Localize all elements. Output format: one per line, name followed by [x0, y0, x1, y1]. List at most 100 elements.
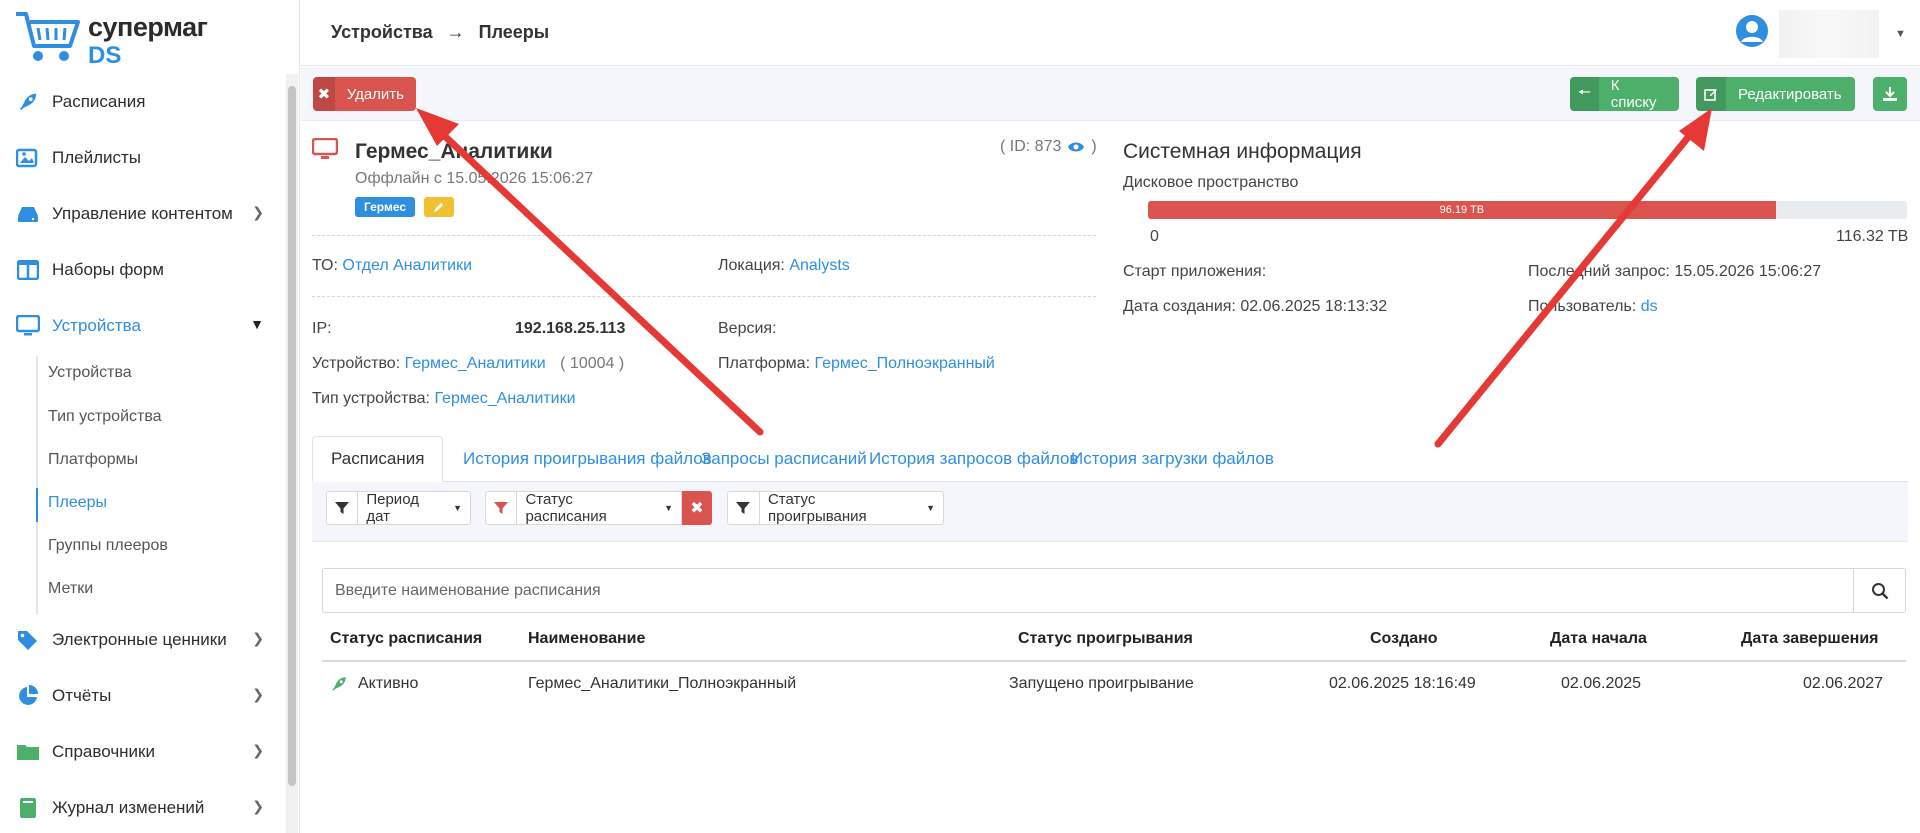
- pencil-icon: [434, 203, 443, 212]
- filter-icon: [728, 492, 760, 524]
- edit-tags-button[interactable]: [424, 197, 454, 217]
- filter-active-icon: [486, 492, 518, 524]
- submenu-item-player-groups[interactable]: Группы плееров: [48, 537, 168, 561]
- sidebar-item-label: Отчёты: [52, 686, 112, 705]
- chevron-down-icon: ❯: [252, 204, 264, 220]
- search-input[interactable]: [323, 569, 1853, 612]
- disk-max: 116.32 TB: [1836, 228, 1909, 245]
- col-header-created[interactable]: Создано: [1370, 630, 1438, 648]
- sidebar-item-label: Электронные ценники: [52, 630, 227, 649]
- sidebar-item-content[interactable]: Управление контентом ❯: [0, 194, 280, 234]
- system-info-title: Системная информация: [1123, 140, 1362, 163]
- device-code: ( 10004 ): [560, 355, 625, 372]
- disk-min: 0: [1150, 228, 1159, 245]
- sidebar-item-price-tags[interactable]: Электронные ценники ❯: [0, 620, 280, 660]
- search-button[interactable]: [1853, 569, 1905, 612]
- location-label: Локация:: [718, 257, 785, 274]
- submenu-item-device-type[interactable]: Тип устройства: [48, 408, 162, 432]
- device-type-field: Тип устройства: Гермес_Аналитики: [312, 390, 576, 408]
- col-header-end[interactable]: Дата завершения: [1741, 630, 1878, 648]
- clear-filter-button[interactable]: ✖: [682, 491, 712, 525]
- device-type-link[interactable]: Гермес_Аналитики: [434, 390, 575, 407]
- device-status: Оффлайн с 15.05.2026 15:06:27: [355, 170, 594, 187]
- period-filter[interactable]: Период дат ▼: [326, 491, 471, 525]
- sidebar-item-label: Плейлисты: [52, 148, 142, 167]
- caret-down-icon[interactable]: ▼: [1895, 28, 1906, 40]
- sidebar-item-changelog[interactable]: Журнал изменений ❯: [0, 788, 280, 828]
- location-link[interactable]: Analysts: [789, 257, 849, 274]
- eye-icon[interactable]: [1067, 141, 1085, 153]
- device-name: Гермес_Аналитики: [355, 140, 553, 163]
- user-field: Пользователь: ds: [1528, 298, 1658, 316]
- pie-chart-icon: [16, 684, 40, 708]
- delete-button[interactable]: ✖ Удалить: [313, 77, 416, 111]
- row-name-link[interactable]: Гермес_Аналитики_Полноэкранный: [528, 675, 796, 693]
- col-header-status[interactable]: Статус расписания: [330, 630, 482, 648]
- row-end: 02.06.2027: [1803, 675, 1884, 692]
- monitor-offline-icon: [312, 138, 338, 159]
- row-play-status: Запущено проигрывание: [1009, 675, 1194, 692]
- back-to-list-button[interactable]: 🠔 К списку: [1570, 77, 1679, 111]
- user-avatar-icon[interactable]: [1735, 14, 1769, 48]
- sidebar-item-references[interactable]: Справочники ❯: [0, 732, 280, 772]
- sidebar-item-schedules[interactable]: Расписания: [0, 82, 280, 122]
- filter-bar: Период дат ▼ Статус расписания ▼ ✖ Стату…: [312, 482, 1908, 542]
- breadcrumb-devices[interactable]: Устройства: [331, 22, 433, 43]
- divider: [312, 296, 1096, 297]
- tags-icon: [16, 628, 40, 652]
- device-id: ( ID: 873 ): [1000, 138, 1097, 156]
- hdd-icon: [16, 202, 40, 226]
- sidebar-item-playlists[interactable]: Плейлисты: [0, 138, 280, 178]
- submenu-item-platforms[interactable]: Платформы: [48, 451, 138, 475]
- user-link[interactable]: ds: [1641, 298, 1658, 315]
- folder-icon: [16, 740, 40, 764]
- sidebar-item-formsets[interactable]: Наборы форм: [0, 250, 280, 290]
- schedule-status-label: Статус расписания: [525, 491, 607, 525]
- to-link[interactable]: Отдел Аналитики: [342, 257, 472, 274]
- sidebar-item-label: Устройства: [52, 316, 141, 335]
- sidebar-item-label: Расписания: [52, 92, 146, 111]
- active-indicator: [36, 488, 38, 522]
- chevron-down-icon: ❯: [252, 742, 264, 758]
- scrollbar-thumb[interactable]: [288, 86, 296, 786]
- platform-link[interactable]: Гермес_Полноэкранный: [814, 355, 994, 372]
- user-name-blurred[interactable]: [1779, 10, 1879, 58]
- sidebar-scrollbar[interactable]: [286, 74, 298, 833]
- action-toolbar: ✖ Удалить 🠔 К списку Редактировать: [301, 67, 1920, 121]
- version-label: Версия:: [718, 320, 777, 337]
- tab-file-download-history[interactable]: История загрузки файлов: [1053, 436, 1292, 482]
- sidebar-item-label: Журнал изменений: [52, 798, 205, 817]
- device-link[interactable]: Гермес_Аналитики: [405, 355, 546, 372]
- devices-submenu: Устройства Тип устройства Платформы Плее…: [36, 356, 280, 614]
- to-field: ТО: Отдел Аналитики: [312, 257, 472, 275]
- col-header-name[interactable]: Наименование: [528, 630, 645, 648]
- ip-value: 192.168.25.113: [515, 320, 625, 338]
- submenu-item-tags[interactable]: Метки: [48, 580, 93, 604]
- breadcrumb: Устройства → Плееры: [331, 22, 549, 43]
- app-logo[interactable]: супермаг DS: [14, 6, 208, 69]
- submenu-item-devices[interactable]: Устройства: [48, 364, 132, 388]
- period-filter-label: Период дат: [366, 491, 419, 525]
- tab-schedules[interactable]: Расписания: [312, 436, 444, 482]
- col-header-play-status[interactable]: Статус проигрывания: [1018, 630, 1193, 648]
- row-status: Активно: [330, 675, 418, 693]
- book-icon: [16, 796, 40, 820]
- edit-button[interactable]: Редактировать: [1696, 77, 1855, 111]
- platform-field: Платформа: Гермес_Полноэкранный: [718, 355, 995, 373]
- created-date: Дата создания: 02.06.2025 18:13:32: [1123, 298, 1388, 315]
- download-button[interactable]: [1873, 77, 1907, 111]
- sidebar-item-devices[interactable]: Устройства ▼: [0, 306, 280, 346]
- schedule-status-filter[interactable]: Статус расписания ▼: [485, 491, 682, 525]
- disk-label: Дисковое пространство: [1123, 174, 1299, 191]
- submenu-item-players[interactable]: Плееры: [48, 494, 107, 518]
- row-status-text: Активно: [358, 675, 419, 692]
- last-request: Последний запрос: 15.05.2026 15:06:27: [1528, 263, 1822, 280]
- col-header-start[interactable]: Дата начала: [1550, 630, 1647, 648]
- sidebar-item-reports[interactable]: Отчёты ❯: [0, 676, 280, 716]
- top-header: Устройства → Плееры ▼: [301, 0, 1920, 66]
- sidebar: супермаг DS Расписания Плейлисты Управле…: [0, 0, 300, 833]
- disk-usage-fill: 96.19 TB: [1148, 201, 1776, 219]
- play-status-filter[interactable]: Статус проигрывания ▼: [727, 491, 944, 525]
- back-to-list-label: К списку: [1610, 77, 1657, 111]
- device-label: Устройство:: [312, 355, 401, 372]
